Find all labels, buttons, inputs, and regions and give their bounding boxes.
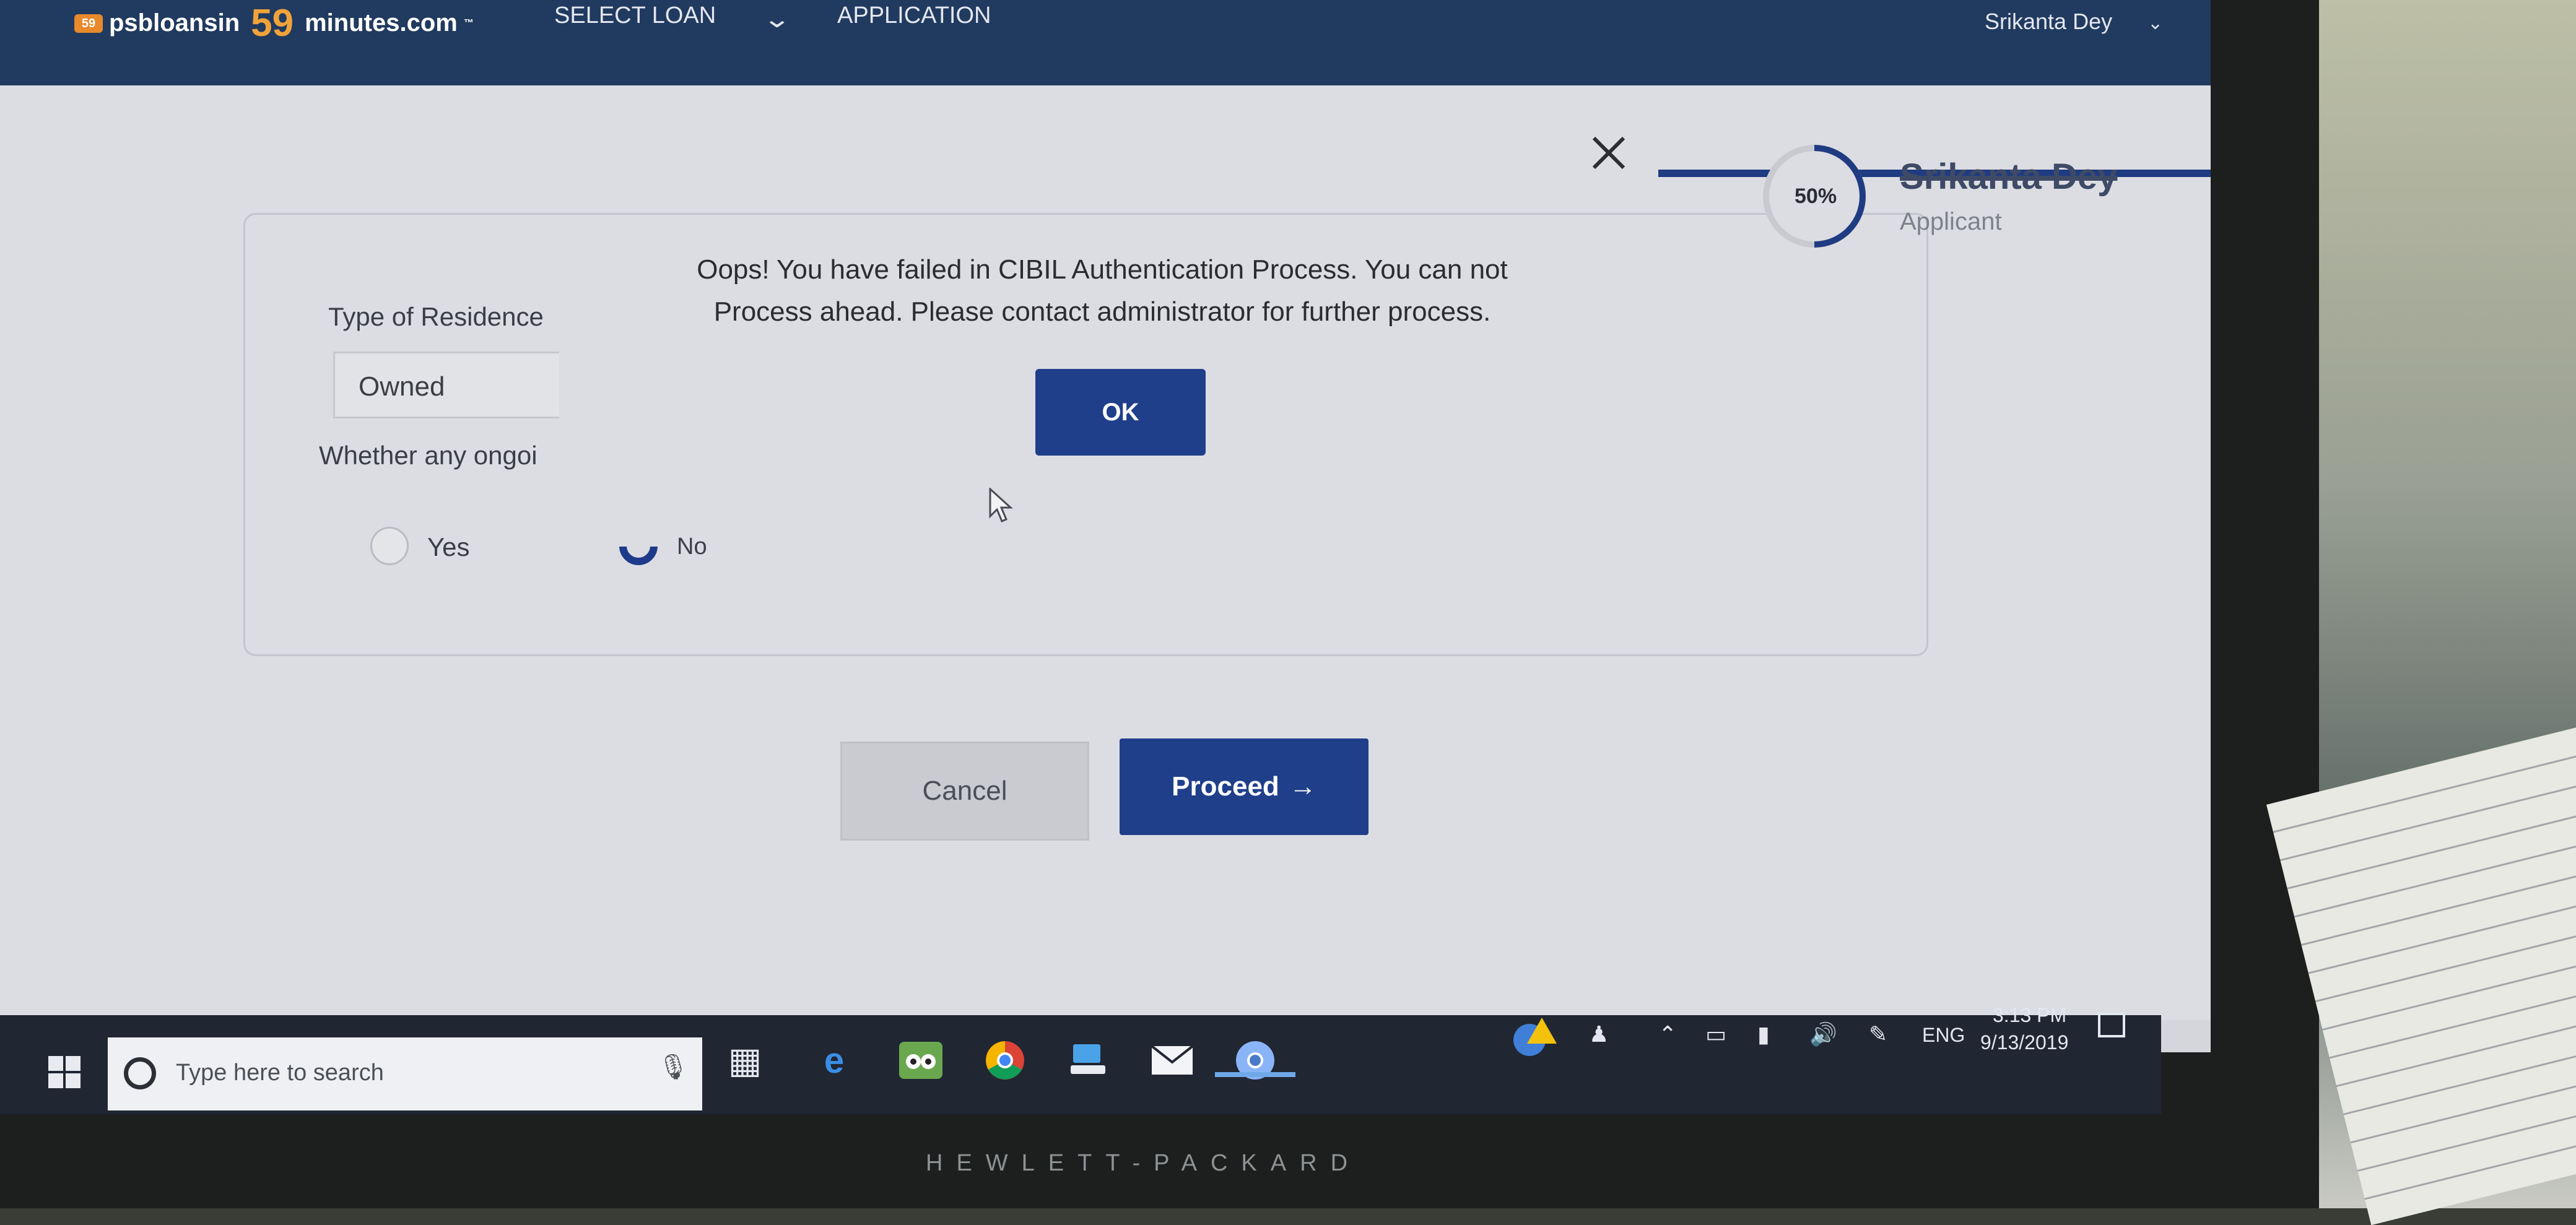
applicant-role: Applicant — [1900, 208, 2002, 235]
search-icon — [124, 1057, 156, 1089]
modal-message-line2: Process ahead. Please contact administra… — [713, 297, 1491, 327]
progress-percent: 50% — [1795, 184, 1837, 208]
warning-icon[interactable] — [1511, 1015, 1558, 1064]
applicant-name: Srikanta Dey — [1900, 157, 2118, 197]
brand-name-part2: minutes.com — [305, 9, 458, 37]
active-app-indicator — [1215, 1072, 1295, 1077]
clock-time[interactable]: 3:13 PM — [1993, 1004, 2066, 1027]
nav-select-loan[interactable]: SELECT LOAN — [554, 2, 716, 29]
close-icon[interactable] — [1590, 135, 1627, 172]
battery-icon[interactable]: ▮ — [1757, 1021, 1770, 1047]
network-icon[interactable]: ▭ — [1705, 1021, 1726, 1047]
brand-name-part1: psbloansin — [109, 9, 240, 37]
task-view-icon[interactable]: ▦ — [718, 1034, 772, 1087]
edge-icon[interactable]: e — [807, 1034, 861, 1087]
chevron-up-icon[interactable]: ⌃ — [1658, 1021, 1677, 1047]
language-indicator[interactable]: ENG — [1922, 1024, 1965, 1047]
microphone-icon[interactable]: 🎙 — [658, 1052, 689, 1081]
tripadvisor-icon[interactable] — [894, 1034, 947, 1087]
volume-icon[interactable]: 🔊 — [1809, 1021, 1837, 1047]
radio-no-label: No — [677, 534, 707, 560]
proceed-button-label: Proceed — [1172, 771, 1279, 802]
brand-logo[interactable]: 59 psbloansin 59 minutes.com ™ — [74, 1, 474, 45]
modal-message: Oops! You have failed in CIBIL Authentic… — [678, 249, 1526, 333]
radio-yes[interactable] — [370, 527, 409, 565]
brand-trademark: ™ — [463, 17, 474, 28]
taskbar-search-placeholder: Type here to search — [176, 1060, 384, 1086]
top-nav-bar: 59 psbloansin 59 minutes.com ™ SELECT LO… — [0, 0, 2211, 85]
cancel-button-label: Cancel — [922, 776, 1007, 806]
bezel-brand-text: HEWLETT-PACKARD — [926, 1150, 1362, 1176]
chrome-icon[interactable] — [978, 1034, 1032, 1087]
user-menu[interactable]: Srikanta Dey — [1985, 9, 2112, 35]
mouse-cursor-icon — [989, 488, 1013, 522]
chromium-icon[interactable] — [1229, 1034, 1282, 1087]
pen-icon[interactable]: ✎ — [1869, 1021, 1887, 1047]
mail-icon[interactable] — [1146, 1034, 1199, 1087]
action-center-icon[interactable] — [2098, 1013, 2125, 1037]
brand-mark-icon: 59 — [74, 14, 103, 33]
clock-date[interactable]: 9/13/2019 — [1980, 1031, 2068, 1054]
radio-yes-label: Yes — [427, 532, 470, 561]
people-icon[interactable]: ♟ — [1589, 1021, 1609, 1047]
modal-message-line1: Oops! You have failed in CIBIL Authentic… — [697, 254, 1508, 285]
ok-button-label: OK — [1102, 398, 1139, 426]
file-explorer-icon[interactable] — [1061, 1034, 1115, 1087]
ok-button[interactable]: OK — [1035, 369, 1206, 456]
residence-type-label: Type of Residence — [328, 302, 544, 331]
screen: 59 psbloansin 59 minutes.com ™ SELECT LO… — [0, 0, 2211, 1052]
arrow-right-icon: → — [1289, 771, 1316, 802]
chevron-down-icon[interactable]: ⌄ — [762, 5, 791, 33]
user-chevron-down-icon[interactable]: ⌄ — [2147, 12, 2163, 34]
cancel-button[interactable]: Cancel — [840, 742, 1089, 841]
proceed-button[interactable]: Proceed → — [1120, 738, 1368, 835]
windows-start-icon[interactable] — [48, 1056, 80, 1088]
residence-type-field[interactable]: Owned — [333, 352, 559, 418]
brand-number: 59 — [251, 2, 294, 45]
nav-application[interactable]: APPLICATION — [837, 2, 991, 29]
ongoing-question-label: Whether any ongoi — [319, 441, 537, 470]
